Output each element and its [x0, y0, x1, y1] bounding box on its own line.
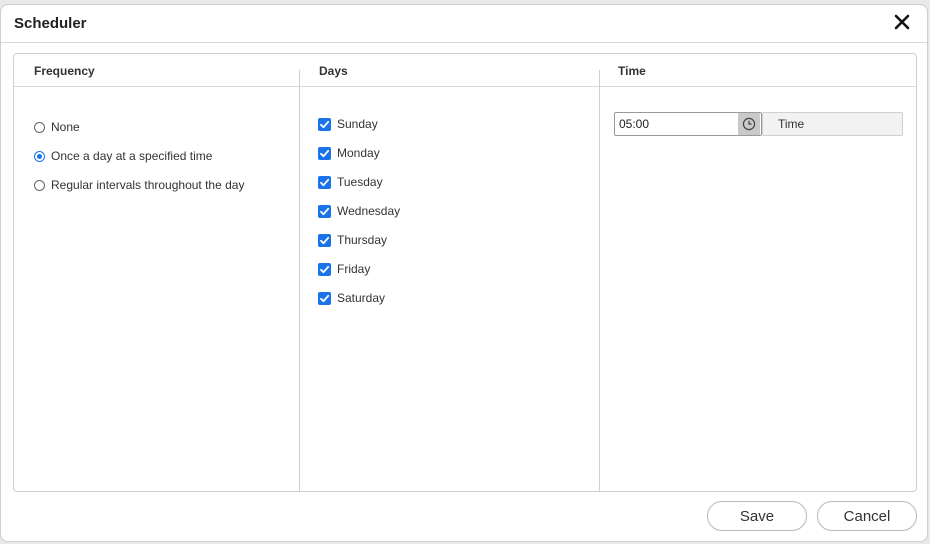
checkbox-checked[interactable]	[318, 233, 331, 247]
day-label: Saturday	[337, 291, 386, 305]
column-divider	[599, 70, 600, 491]
frequency-option-label: None	[51, 120, 80, 134]
check-icon	[320, 120, 330, 128]
frequency-option-label: Regular intervals throughout the day	[51, 178, 245, 192]
day-checkbox-wednesday[interactable]: Wednesday	[318, 203, 400, 219]
save-button[interactable]: Save	[707, 501, 807, 531]
checkbox-checked[interactable]	[318, 175, 331, 189]
frequency-option-once-a-day[interactable]: Once a day at a specified time	[34, 148, 212, 164]
scheduler-panel: Frequency Days Time None Once a day at a…	[13, 53, 917, 492]
clock-button[interactable]	[738, 113, 760, 135]
days-header-label: Days	[319, 64, 348, 78]
clock-icon	[742, 117, 756, 131]
frequency-option-regular-intervals[interactable]: Regular intervals throughout the day	[34, 177, 244, 193]
radio-button[interactable]	[34, 121, 45, 133]
checkbox-checked[interactable]	[318, 117, 331, 131]
cancel-button[interactable]: Cancel	[817, 501, 917, 531]
time-header-label: Time	[618, 64, 646, 78]
checkbox-checked[interactable]	[318, 204, 331, 218]
check-icon	[320, 294, 330, 302]
check-icon	[320, 207, 330, 215]
days-column-header: Days	[300, 54, 600, 87]
scheduler-dialog: Scheduler Frequency Days Time None Once …	[0, 4, 928, 542]
day-checkbox-sunday[interactable]: Sunday	[318, 116, 378, 132]
radio-button-selected[interactable]	[34, 150, 45, 162]
frequency-option-none[interactable]: None	[34, 119, 80, 135]
day-checkbox-thursday[interactable]: Thursday	[318, 232, 387, 248]
day-label: Wednesday	[337, 204, 401, 218]
check-icon	[320, 178, 330, 186]
time-column-header: Time	[600, 54, 916, 87]
time-button[interactable]: Time	[762, 112, 903, 136]
checkbox-checked[interactable]	[318, 262, 331, 276]
frequency-column-header: Frequency	[14, 54, 300, 87]
day-checkbox-friday[interactable]: Friday	[318, 261, 370, 277]
radio-button[interactable]	[34, 179, 45, 191]
day-checkbox-monday[interactable]: Monday	[318, 145, 380, 161]
check-icon	[320, 265, 330, 273]
dialog-titlebar: Scheduler	[1, 5, 927, 43]
check-icon	[320, 236, 330, 244]
close-button[interactable]	[891, 11, 913, 33]
frequency-option-label: Once a day at a specified time	[51, 149, 213, 163]
day-checkbox-tuesday[interactable]: Tuesday	[318, 174, 383, 190]
check-icon	[320, 149, 330, 157]
day-label: Monday	[337, 146, 380, 160]
day-label: Friday	[337, 262, 371, 276]
checkbox-checked[interactable]	[318, 146, 331, 160]
checkbox-checked[interactable]	[318, 291, 331, 305]
column-divider	[299, 70, 300, 491]
day-label: Sunday	[337, 117, 378, 131]
frequency-header-label: Frequency	[34, 64, 95, 78]
day-checkbox-saturday[interactable]: Saturday	[318, 290, 385, 306]
close-icon	[894, 14, 910, 30]
day-label: Tuesday	[337, 175, 383, 189]
day-label: Thursday	[337, 233, 388, 247]
dialog-title: Scheduler	[14, 15, 87, 32]
